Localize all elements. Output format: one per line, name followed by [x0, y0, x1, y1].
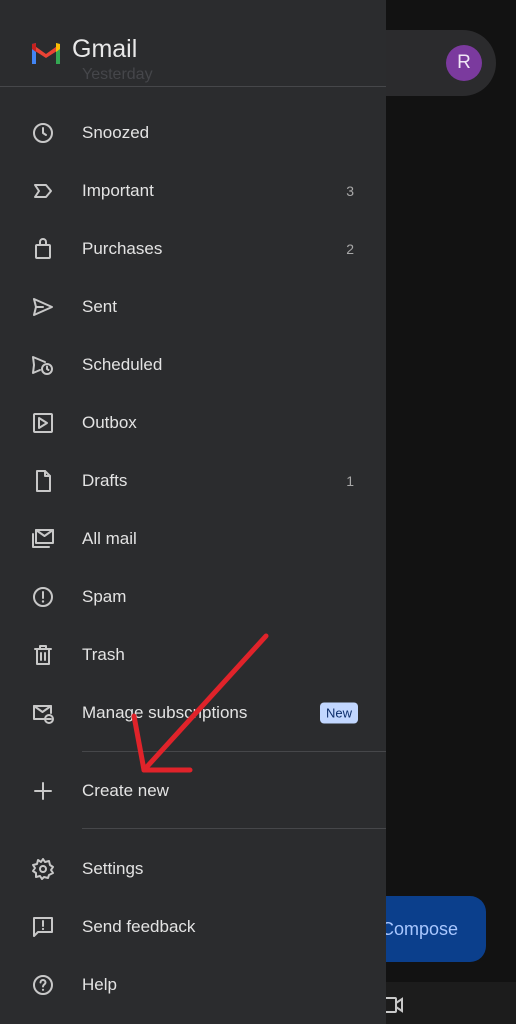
drawer-item-label: Settings: [82, 859, 144, 878]
all-mail-icon: [32, 529, 54, 548]
drawer-item-trash[interactable]: Trash: [0, 626, 386, 684]
drawer-item-label: Snoozed: [82, 123, 150, 142]
bottom-nav-bar: [386, 982, 516, 1024]
unread-count: 2: [346, 241, 354, 257]
drawer-item-label: Trash: [82, 645, 125, 664]
drawer-item-spam[interactable]: Spam: [0, 568, 386, 626]
app-title: Gmail: [72, 35, 138, 63]
drawer-item-drafts[interactable]: Drafts 1: [0, 452, 386, 510]
gear-icon: [32, 858, 54, 880]
navigation-drawer: Yesterday Gmail Snoozed Important 3 Purc…: [0, 0, 386, 1024]
drawer-item-label: Help: [82, 975, 117, 994]
drawer-item-outbox[interactable]: Outbox: [0, 394, 386, 452]
gmail-logo-icon: [32, 43, 60, 64]
trash-icon: [34, 645, 52, 665]
drawer-item-label: Manage subscriptions: [82, 703, 248, 722]
drawer-item-purchases[interactable]: Purchases 2: [0, 220, 386, 278]
important-icon: [34, 184, 52, 198]
help-icon: [33, 975, 53, 995]
drawer-item-label: Important: [82, 181, 154, 200]
scheduled-send-icon: [32, 356, 53, 375]
drawer-item-manage-subscriptions[interactable]: Manage subscriptions New: [0, 684, 386, 742]
drawer-item-scheduled[interactable]: Scheduled: [0, 336, 386, 394]
drawer-item-help[interactable]: Help: [0, 956, 386, 1014]
drawer-item-send-feedback[interactable]: Send feedback: [0, 898, 386, 956]
drawer-item-label: Send feedback: [82, 917, 196, 936]
feedback-icon: [33, 917, 53, 937]
plus-icon: [34, 782, 52, 800]
drawer-item-label: Spam: [82, 587, 127, 606]
drawer-item-all-mail[interactable]: All mail: [0, 510, 386, 568]
obscured-text: Yesterday: [82, 66, 153, 83]
drawer-item-important[interactable]: Important 3: [0, 162, 386, 220]
manage-subscriptions-icon: [33, 705, 54, 724]
divider: [82, 828, 386, 829]
send-icon: [33, 298, 53, 316]
drawer-item-label: Sent: [82, 297, 117, 316]
outbox-icon: [33, 413, 53, 433]
clock-icon: [33, 123, 53, 143]
avatar[interactable]: R: [446, 45, 482, 81]
drawer-header: Yesterday Gmail: [0, 0, 386, 87]
divider: [82, 751, 386, 752]
drawer-item-sent[interactable]: Sent: [0, 278, 386, 336]
drawer-item-label: Drafts: [82, 471, 128, 490]
drawer-item-label: Scheduled: [82, 355, 163, 374]
unread-count: 1: [346, 473, 354, 489]
spam-icon: [33, 587, 53, 607]
drawer-item-label: All mail: [82, 529, 137, 548]
new-badge: New: [319, 702, 358, 724]
drawer-item-label: Outbox: [82, 413, 137, 432]
shopping-bag-icon: [35, 238, 51, 259]
drawer-item-label: Create new: [82, 781, 169, 800]
unread-count: 3: [346, 183, 354, 199]
compose-label: Compose: [380, 918, 458, 939]
drawer-item-label: Purchases: [82, 239, 163, 258]
create-new-label-button[interactable]: Create new: [0, 762, 386, 820]
draft-icon: [36, 470, 51, 492]
drawer-item-snoozed[interactable]: Snoozed: [0, 104, 386, 162]
drawer-item-settings[interactable]: Settings: [0, 840, 386, 898]
